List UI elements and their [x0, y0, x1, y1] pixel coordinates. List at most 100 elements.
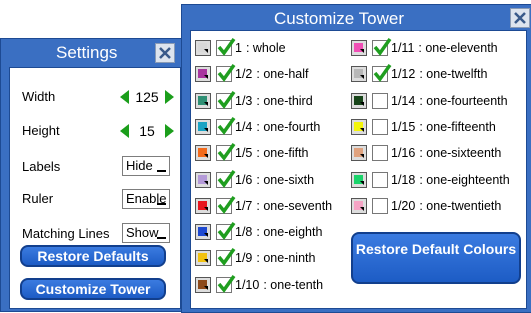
- width-value: 125: [135, 89, 159, 105]
- close-icon: [159, 47, 171, 59]
- colour-row: 1/18: one-eighteenth: [351, 169, 510, 191]
- customize-tower-close-button[interactable]: [510, 8, 530, 28]
- width-label: Width: [22, 89, 56, 104]
- close-icon: [514, 12, 526, 24]
- matching-lines-dropdown[interactable]: Show: [122, 223, 170, 243]
- restore-default-colours-button[interactable]: Restore Default Colours: [351, 232, 521, 284]
- swatch-corner-icon: [204, 75, 208, 80]
- visibility-checkbox[interactable]: [372, 197, 388, 214]
- fraction-name: : one-half: [256, 67, 309, 82]
- visibility-checkbox[interactable]: [372, 37, 392, 56]
- checkmark-icon: [217, 248, 236, 267]
- colour-swatch-button[interactable]: [195, 197, 211, 214]
- width-increase-arrow-icon[interactable]: [165, 90, 174, 104]
- colour-swatch-button[interactable]: [351, 66, 367, 83]
- visibility-checkbox[interactable]: [372, 145, 388, 162]
- visibility-checkbox[interactable]: [216, 248, 236, 267]
- ruler-dropdown[interactable]: Enable: [122, 189, 170, 209]
- colour-swatch-button[interactable]: [351, 40, 367, 56]
- matching-lines-label: Matching Lines: [22, 226, 110, 241]
- height-stepper: 15: [120, 123, 174, 139]
- colour-swatch-button[interactable]: [195, 66, 211, 83]
- colour-swatch-button[interactable]: [351, 171, 367, 188]
- visibility-checkbox[interactable]: [372, 92, 388, 109]
- fraction-label: 1/14: [391, 93, 416, 108]
- visibility-checkbox[interactable]: [216, 64, 236, 83]
- fraction-name: : one-twentieth: [419, 198, 502, 213]
- visibility-checkbox[interactable]: [216, 116, 236, 135]
- swatch-corner-icon: [360, 154, 364, 159]
- height-increase-arrow-icon[interactable]: [165, 124, 174, 138]
- fraction-name: : one-fifteenth: [419, 119, 496, 134]
- checkmark-icon: [217, 37, 236, 56]
- colour-swatch-button[interactable]: [195, 92, 211, 109]
- visibility-checkbox[interactable]: [216, 274, 236, 293]
- visibility-checkbox[interactable]: [216, 143, 236, 162]
- labels-dropdown[interactable]: Hide: [122, 156, 170, 176]
- colour-row: 1/5: one-fifth: [195, 142, 309, 164]
- colour-row: 1/9: one-ninth: [195, 247, 315, 269]
- visibility-checkbox[interactable]: [372, 171, 388, 188]
- swatch-corner-icon: [204, 233, 208, 238]
- colour-swatch-button[interactable]: [195, 250, 211, 267]
- customize-tower-button[interactable]: Customize Tower: [20, 278, 166, 300]
- checkmark-icon: [217, 143, 236, 162]
- settings-close-button[interactable]: [155, 43, 175, 63]
- colour-swatch-button[interactable]: [195, 40, 211, 56]
- swatch-corner-icon: [204, 259, 208, 264]
- swatch-corner-icon: [204, 127, 208, 132]
- fraction-label: 1/20: [391, 198, 416, 213]
- fraction-label: 1/9: [235, 251, 253, 266]
- restore-defaults-button[interactable]: Restore Defaults: [20, 245, 166, 267]
- fraction-label: 1/18: [391, 172, 416, 187]
- swatch-corner-icon: [204, 154, 208, 159]
- swatch-corner-icon: [360, 180, 364, 185]
- checkmark-icon: [217, 169, 236, 188]
- colour-swatch-button[interactable]: [351, 118, 367, 135]
- checkmark-icon: [373, 37, 392, 56]
- visibility-checkbox[interactable]: [216, 37, 236, 56]
- fraction-label: 1/8: [235, 225, 253, 240]
- colour-row: 1/12: one-twelfth: [351, 63, 487, 85]
- colour-row: 1/10: one-tenth: [195, 274, 323, 296]
- colour-row: 1/11: one-eleventh: [351, 37, 498, 59]
- colour-swatch-button[interactable]: [351, 92, 367, 109]
- fraction-name: : one-seventh: [256, 198, 333, 213]
- swatch-corner-icon: [360, 127, 364, 132]
- colour-swatch-button[interactable]: [351, 197, 367, 214]
- visibility-checkbox[interactable]: [372, 118, 388, 135]
- swatch-corner-icon: [204, 49, 208, 53]
- height-label: Height: [22, 123, 60, 138]
- swatch-corner-icon: [204, 101, 208, 106]
- fraction-name: : one-tenth: [263, 277, 324, 292]
- checkmark-icon: [217, 64, 236, 83]
- fraction-label: 1: [235, 41, 242, 55]
- visibility-checkbox[interactable]: [216, 90, 236, 109]
- colour-swatch-button[interactable]: [195, 171, 211, 188]
- width-decrease-arrow-icon[interactable]: [120, 90, 129, 104]
- ruler-label: Ruler: [22, 191, 54, 206]
- fraction-name: : whole: [245, 41, 286, 55]
- colour-row: 1/20: one-twentieth: [351, 195, 501, 217]
- fraction-label: 1/10: [235, 277, 260, 292]
- colour-swatch-button[interactable]: [195, 276, 211, 293]
- colour-row: 1/15: one-fifteenth: [351, 116, 496, 138]
- colour-swatch-button[interactable]: [195, 145, 211, 162]
- height-decrease-arrow-icon[interactable]: [120, 124, 129, 138]
- fraction-label: 1/4: [235, 119, 253, 134]
- dropdown-caret-icon: [157, 203, 166, 205]
- fraction-name: : one-ninth: [256, 251, 316, 266]
- visibility-checkbox[interactable]: [216, 195, 236, 214]
- labels-dropdown-value: Hide: [126, 158, 153, 173]
- visibility-checkbox[interactable]: [216, 169, 236, 188]
- width-stepper: 125: [120, 89, 174, 105]
- visibility-checkbox[interactable]: [372, 64, 392, 83]
- colour-swatch-button[interactable]: [351, 145, 367, 162]
- fraction-name: : one-sixteenth: [419, 146, 502, 161]
- colour-swatch-button[interactable]: [195, 118, 211, 135]
- settings-panel: Settings Width 125 Height 15 Labels Hide…: [0, 38, 188, 312]
- colour-row: 1/16: one-sixteenth: [351, 142, 501, 164]
- visibility-checkbox[interactable]: [216, 222, 236, 241]
- colour-list: Restore Default Colours 1: whole 1/2: one…: [190, 30, 527, 309]
- colour-swatch-button[interactable]: [195, 224, 211, 241]
